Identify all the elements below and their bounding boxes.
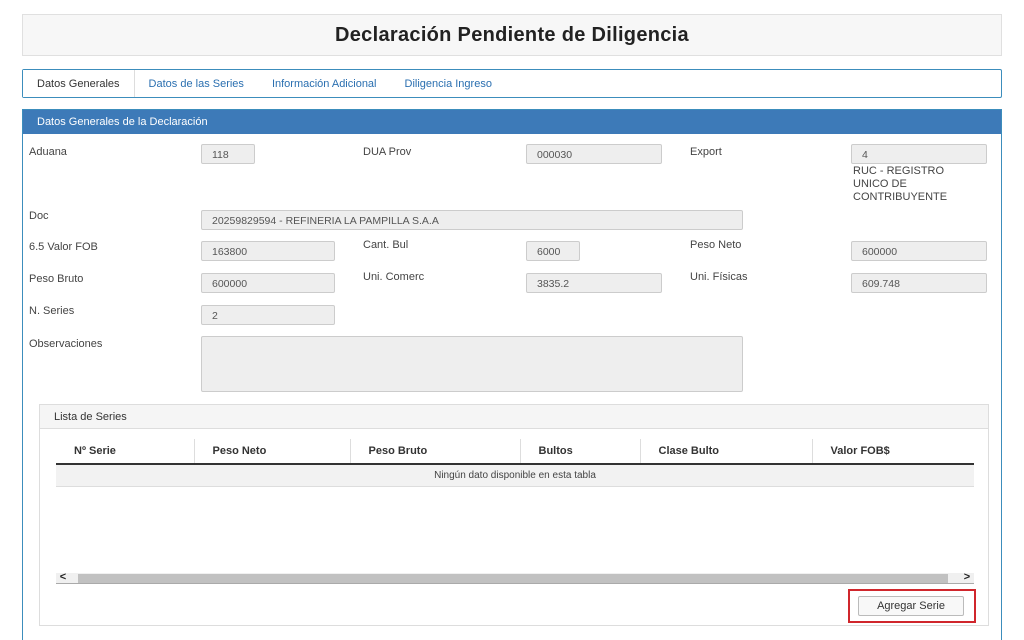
scroll-left-arrow-icon[interactable]: < (56, 571, 70, 583)
title-bar: Declaración Pendiente de Diligencia (22, 14, 1002, 56)
series-list-heading: Lista de Series (40, 405, 988, 429)
tab-informacion-adicional[interactable]: Información Adicional (258, 70, 391, 97)
valor-fob-field[interactable]: 163800 (201, 241, 335, 261)
series-table: Nº Serie Peso Neto Peso Bruto Bultos Cla… (56, 439, 974, 487)
col-peso-neto[interactable]: Peso Neto (194, 439, 351, 465)
empty-table-message: Ningún dato disponible en esta tabla (56, 464, 974, 487)
dua-prov-label: DUA Prov (363, 146, 412, 158)
cant-bul-label: Cant. Bul (363, 239, 409, 251)
observaciones-label: Observaciones (29, 338, 103, 350)
scroll-right-arrow-icon[interactable]: > (960, 571, 974, 583)
page-title: Declaración Pendiente de Diligencia (335, 23, 689, 46)
general-data-panel: Datos Generales de la Declaración Aduana… (22, 109, 1002, 640)
doc-label: Doc (29, 210, 49, 222)
ruc-line-3: CONTRIBUYENTE (853, 191, 948, 203)
peso-neto-field[interactable]: 600000 (851, 241, 987, 261)
aduana-label: Aduana (29, 146, 67, 158)
uni-comerc-field[interactable]: 3835.2 (526, 273, 662, 293)
valor-fob-label: 6.5 Valor FOB (29, 241, 98, 253)
doc-field[interactable]: 20259829594 - REFINERIA LA PAMPILLA S.A.… (201, 210, 743, 230)
uni-comerc-label: Uni. Comerc (363, 271, 425, 283)
uni-fisicas-field[interactable]: 609.748 (851, 273, 987, 293)
n-series-label: N. Series (29, 305, 75, 317)
panel-heading: Datos Generales de la Declaración (23, 110, 1001, 134)
export-field[interactable]: 4 (851, 144, 987, 164)
col-peso-bruto[interactable]: Peso Bruto (350, 439, 521, 465)
col-clase-bulto[interactable]: Clase Bulto (640, 439, 813, 465)
horizontal-scrollbar[interactable]: < > (56, 571, 974, 584)
peso-bruto-label: Peso Bruto (29, 273, 84, 285)
aduana-field[interactable]: 118 (201, 144, 255, 164)
series-list-panel: Lista de Series Nº Serie Peso Neto Peso … (39, 404, 989, 626)
tab-diligencia-ingreso[interactable]: Diligencia Ingreso (391, 70, 506, 97)
observaciones-field[interactable] (201, 336, 743, 392)
uni-fisicas-label: Uni. Físicas (690, 271, 748, 283)
scroll-thumb[interactable] (78, 574, 948, 583)
ruc-line-1: RUC - REGISTRO (853, 165, 945, 177)
dua-prov-field[interactable]: 000030 (526, 144, 662, 164)
n-series-field[interactable]: 2 (201, 305, 335, 325)
peso-neto-label: Peso Neto (690, 239, 742, 251)
add-serie-button[interactable]: Agregar Serie (858, 596, 964, 616)
tab-bar: Datos Generales Datos de las Series Info… (22, 69, 1002, 98)
col-n-serie[interactable]: Nº Serie (56, 439, 195, 465)
tab-datos-generales[interactable]: Datos Generales (23, 70, 135, 97)
col-valor-fob[interactable]: Valor FOB$ (812, 439, 974, 465)
ruc-line-2: UNICO DE (853, 178, 907, 190)
export-label: Export (690, 146, 722, 158)
tab-datos-series[interactable]: Datos de las Series (135, 70, 258, 97)
peso-bruto-field[interactable]: 600000 (201, 273, 335, 293)
cant-bul-field[interactable]: 6000 (526, 241, 580, 261)
add-serie-highlight: Agregar Serie (848, 589, 976, 623)
col-bultos[interactable]: Bultos (520, 439, 641, 465)
